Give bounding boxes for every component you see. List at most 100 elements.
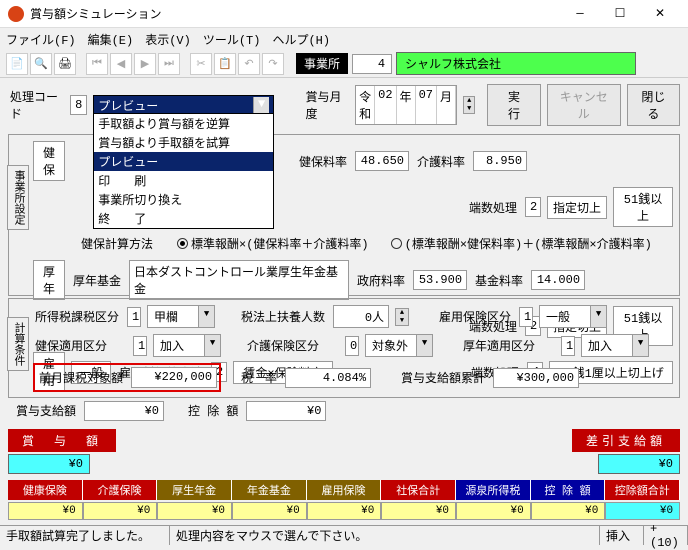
panel1-title: 事業所設定 xyxy=(7,165,29,230)
tool-copy-icon[interactable]: 📋 xyxy=(214,53,236,75)
tool-undo-icon[interactable]: ↶ xyxy=(238,53,260,75)
kenpo-kubun-combo[interactable]: 加入▼ xyxy=(153,334,221,357)
maximize-button[interactable]: ☐ xyxy=(600,0,640,28)
proc-dropdown-list: 手取額より賞与額を逆算 賞与額より手取額を試算 プレビュー 印 刷 事業所切り換… xyxy=(93,113,274,229)
kaigo-kubun-v[interactable]: 0 xyxy=(345,336,359,356)
proc-code-label: 処理コード xyxy=(8,86,64,124)
dd-item-3[interactable]: 印 刷 xyxy=(94,171,273,190)
koyou-kubun-label: 雇用保険区分 xyxy=(437,306,513,327)
koujo-label: 控 除 額 xyxy=(186,400,240,421)
tool-doc-icon[interactable]: 📄 xyxy=(6,53,28,75)
window-title: 賞与額シミュレーション xyxy=(30,5,560,22)
proc-code-input[interactable]: 8 xyxy=(70,95,87,115)
bottom-val-5: ¥0 xyxy=(381,502,456,520)
bottom-val-0: ¥0 xyxy=(8,502,83,520)
kenpo-rate-value[interactable]: 48.650 xyxy=(355,151,409,171)
app-icon xyxy=(8,6,24,22)
cancel-button: キャンセル xyxy=(547,84,621,126)
round1-label: 端数処理 xyxy=(467,197,519,218)
minimize-button[interactable]: ─ xyxy=(560,0,600,28)
radio-calc1[interactable]: 標準報酬×(健保料率＋介護料率) xyxy=(177,235,369,252)
dd-item-0[interactable]: 手取額より賞与額を逆算 xyxy=(94,114,273,133)
shouyo-value: ¥0 xyxy=(8,454,90,474)
close-panel-button[interactable]: 閉じる xyxy=(627,84,680,126)
era-date[interactable]: 令和 02 年 07 月 xyxy=(355,85,457,125)
dropdown-arrow-icon[interactable]: ▼ xyxy=(253,97,269,114)
kikin-rate-label: 基金料率 xyxy=(473,270,525,291)
dd-item-4[interactable]: 事業所切り換え xyxy=(94,190,273,209)
dd-item-5[interactable]: 終 了 xyxy=(94,209,273,228)
radio-calc2[interactable]: (標準報酬×健保料率)＋(標準報酬×介護料率) xyxy=(391,235,652,252)
fuyou-spinner[interactable]: ▲▼ xyxy=(395,308,409,326)
ruikei-value[interactable]: ¥300,000 xyxy=(493,368,579,388)
menu-view[interactable]: 表示(V) xyxy=(145,31,191,48)
menu-file[interactable]: ファイル(F) xyxy=(6,31,76,48)
office-number: 4 xyxy=(352,54,392,74)
bottom-val-3: ¥0 xyxy=(232,502,307,520)
gov-rate-label: 政府料率 xyxy=(355,270,407,291)
menu-tool[interactable]: ツール(T) xyxy=(203,31,261,48)
office-label: 事業所 xyxy=(296,53,348,74)
tool-prev-icon[interactable]: ◀ xyxy=(110,53,132,75)
tool-first-icon[interactable]: ⏮ xyxy=(86,53,108,75)
koyou-kubun-combo[interactable]: 一般▼ xyxy=(539,305,607,328)
shikyuu-label: 賞与支給額 xyxy=(14,400,78,421)
kikin-label: 厚年基金 xyxy=(71,270,123,291)
bottom-val-7: ¥0 xyxy=(531,502,606,520)
kounen-label: 厚年 xyxy=(33,260,65,300)
kikin-rate-value[interactable]: 14.000 xyxy=(531,270,585,290)
close-button[interactable]: ✕ xyxy=(640,0,680,28)
kounen-kubun-combo[interactable]: 加入▼ xyxy=(581,334,649,357)
proc-dropdown-selected: プレビュー xyxy=(98,97,158,114)
round1-opt[interactable]: 51銭以上 xyxy=(613,187,673,227)
status-msg1: 手取額試算完了しました。 xyxy=(0,526,170,545)
dd-item-2[interactable]: プレビュー xyxy=(94,152,273,171)
shotoku-combo[interactable]: 甲欄▼ xyxy=(147,305,215,328)
zengetsu-value[interactable]: ¥220,000 xyxy=(131,367,217,388)
sashihiki-label: 差引支給額 xyxy=(572,429,680,452)
bottom-header-8: 控除額合計 xyxy=(605,480,680,500)
bottom-header-5: 社保合計 xyxy=(381,480,456,500)
month-spinner[interactable]: ▲▼ xyxy=(463,96,475,114)
tool-next-icon[interactable]: ▶ xyxy=(134,53,156,75)
kikin-name[interactable]: 日本ダストコントロール業厚生年金基金 xyxy=(129,260,349,300)
zeiritsu-value: 4.084% xyxy=(285,368,371,388)
bottom-header-6: 源泉所得税 xyxy=(456,480,531,500)
round1-value[interactable]: 2 xyxy=(525,197,541,217)
fuyou-value[interactable]: 0人 xyxy=(333,305,389,328)
month-label: 賞与月度 xyxy=(303,86,349,124)
tool-last-icon[interactable]: ⏭ xyxy=(158,53,180,75)
menu-edit[interactable]: 編集(E) xyxy=(88,31,134,48)
tool-find-icon[interactable]: 🔍 xyxy=(30,53,52,75)
ruikei-label: 賞与支給額累計 xyxy=(399,367,487,388)
bottom-val-2: ¥0 xyxy=(157,502,232,520)
bottom-header-0: 健康保険 xyxy=(8,480,83,500)
kounen-kubun-v[interactable]: 1 xyxy=(561,336,575,356)
koujo-value: ¥0 xyxy=(246,401,326,421)
bottom-val-8: ¥0 xyxy=(605,502,680,520)
gov-rate-value[interactable]: 53.900 xyxy=(413,270,467,290)
zeiritsu-label: 税 率 xyxy=(239,367,279,388)
bottom-val-4: ¥0 xyxy=(307,502,382,520)
bottom-header-4: 雇用保険 xyxy=(307,480,382,500)
zengetsu-label: 前月課税対象額 xyxy=(37,367,125,388)
execute-button[interactable]: 実 行 xyxy=(487,84,540,126)
status-msg2: 処理内容をマウスで選んで下さい。 xyxy=(170,526,600,545)
shotoku-v[interactable]: 1 xyxy=(127,307,141,327)
kaigo-rate-label: 介護料率 xyxy=(415,151,467,172)
bottom-val-6: ¥0 xyxy=(456,502,531,520)
kounen-kubun-label: 厚年適用区分 xyxy=(461,335,537,356)
kenpo-kubun-v[interactable]: 1 xyxy=(133,336,147,356)
tool-cut-icon[interactable]: ✂ xyxy=(190,53,212,75)
panel2-title: 計算条件 xyxy=(7,317,29,371)
kenpo-rate-label: 健保料率 xyxy=(297,151,349,172)
calc-method-label: 健保計算方法 xyxy=(79,233,155,254)
kaigo-kubun-combo[interactable]: 対象外▼ xyxy=(365,334,433,357)
kaigo-rate-value[interactable]: 8.950 xyxy=(473,151,527,171)
proc-dropdown[interactable]: プレビュー▼ 手取額より賞与額を逆算 賞与額より手取額を試算 プレビュー 印 刷… xyxy=(93,95,274,116)
koyou-kubun-v[interactable]: 1 xyxy=(519,307,533,327)
dd-item-1[interactable]: 賞与額より手取額を試算 xyxy=(94,133,273,152)
tool-print-icon[interactable]: 🖨 xyxy=(54,53,76,75)
tool-redo-icon[interactable]: ↷ xyxy=(262,53,284,75)
menu-help[interactable]: ヘルプ(H) xyxy=(272,31,330,48)
